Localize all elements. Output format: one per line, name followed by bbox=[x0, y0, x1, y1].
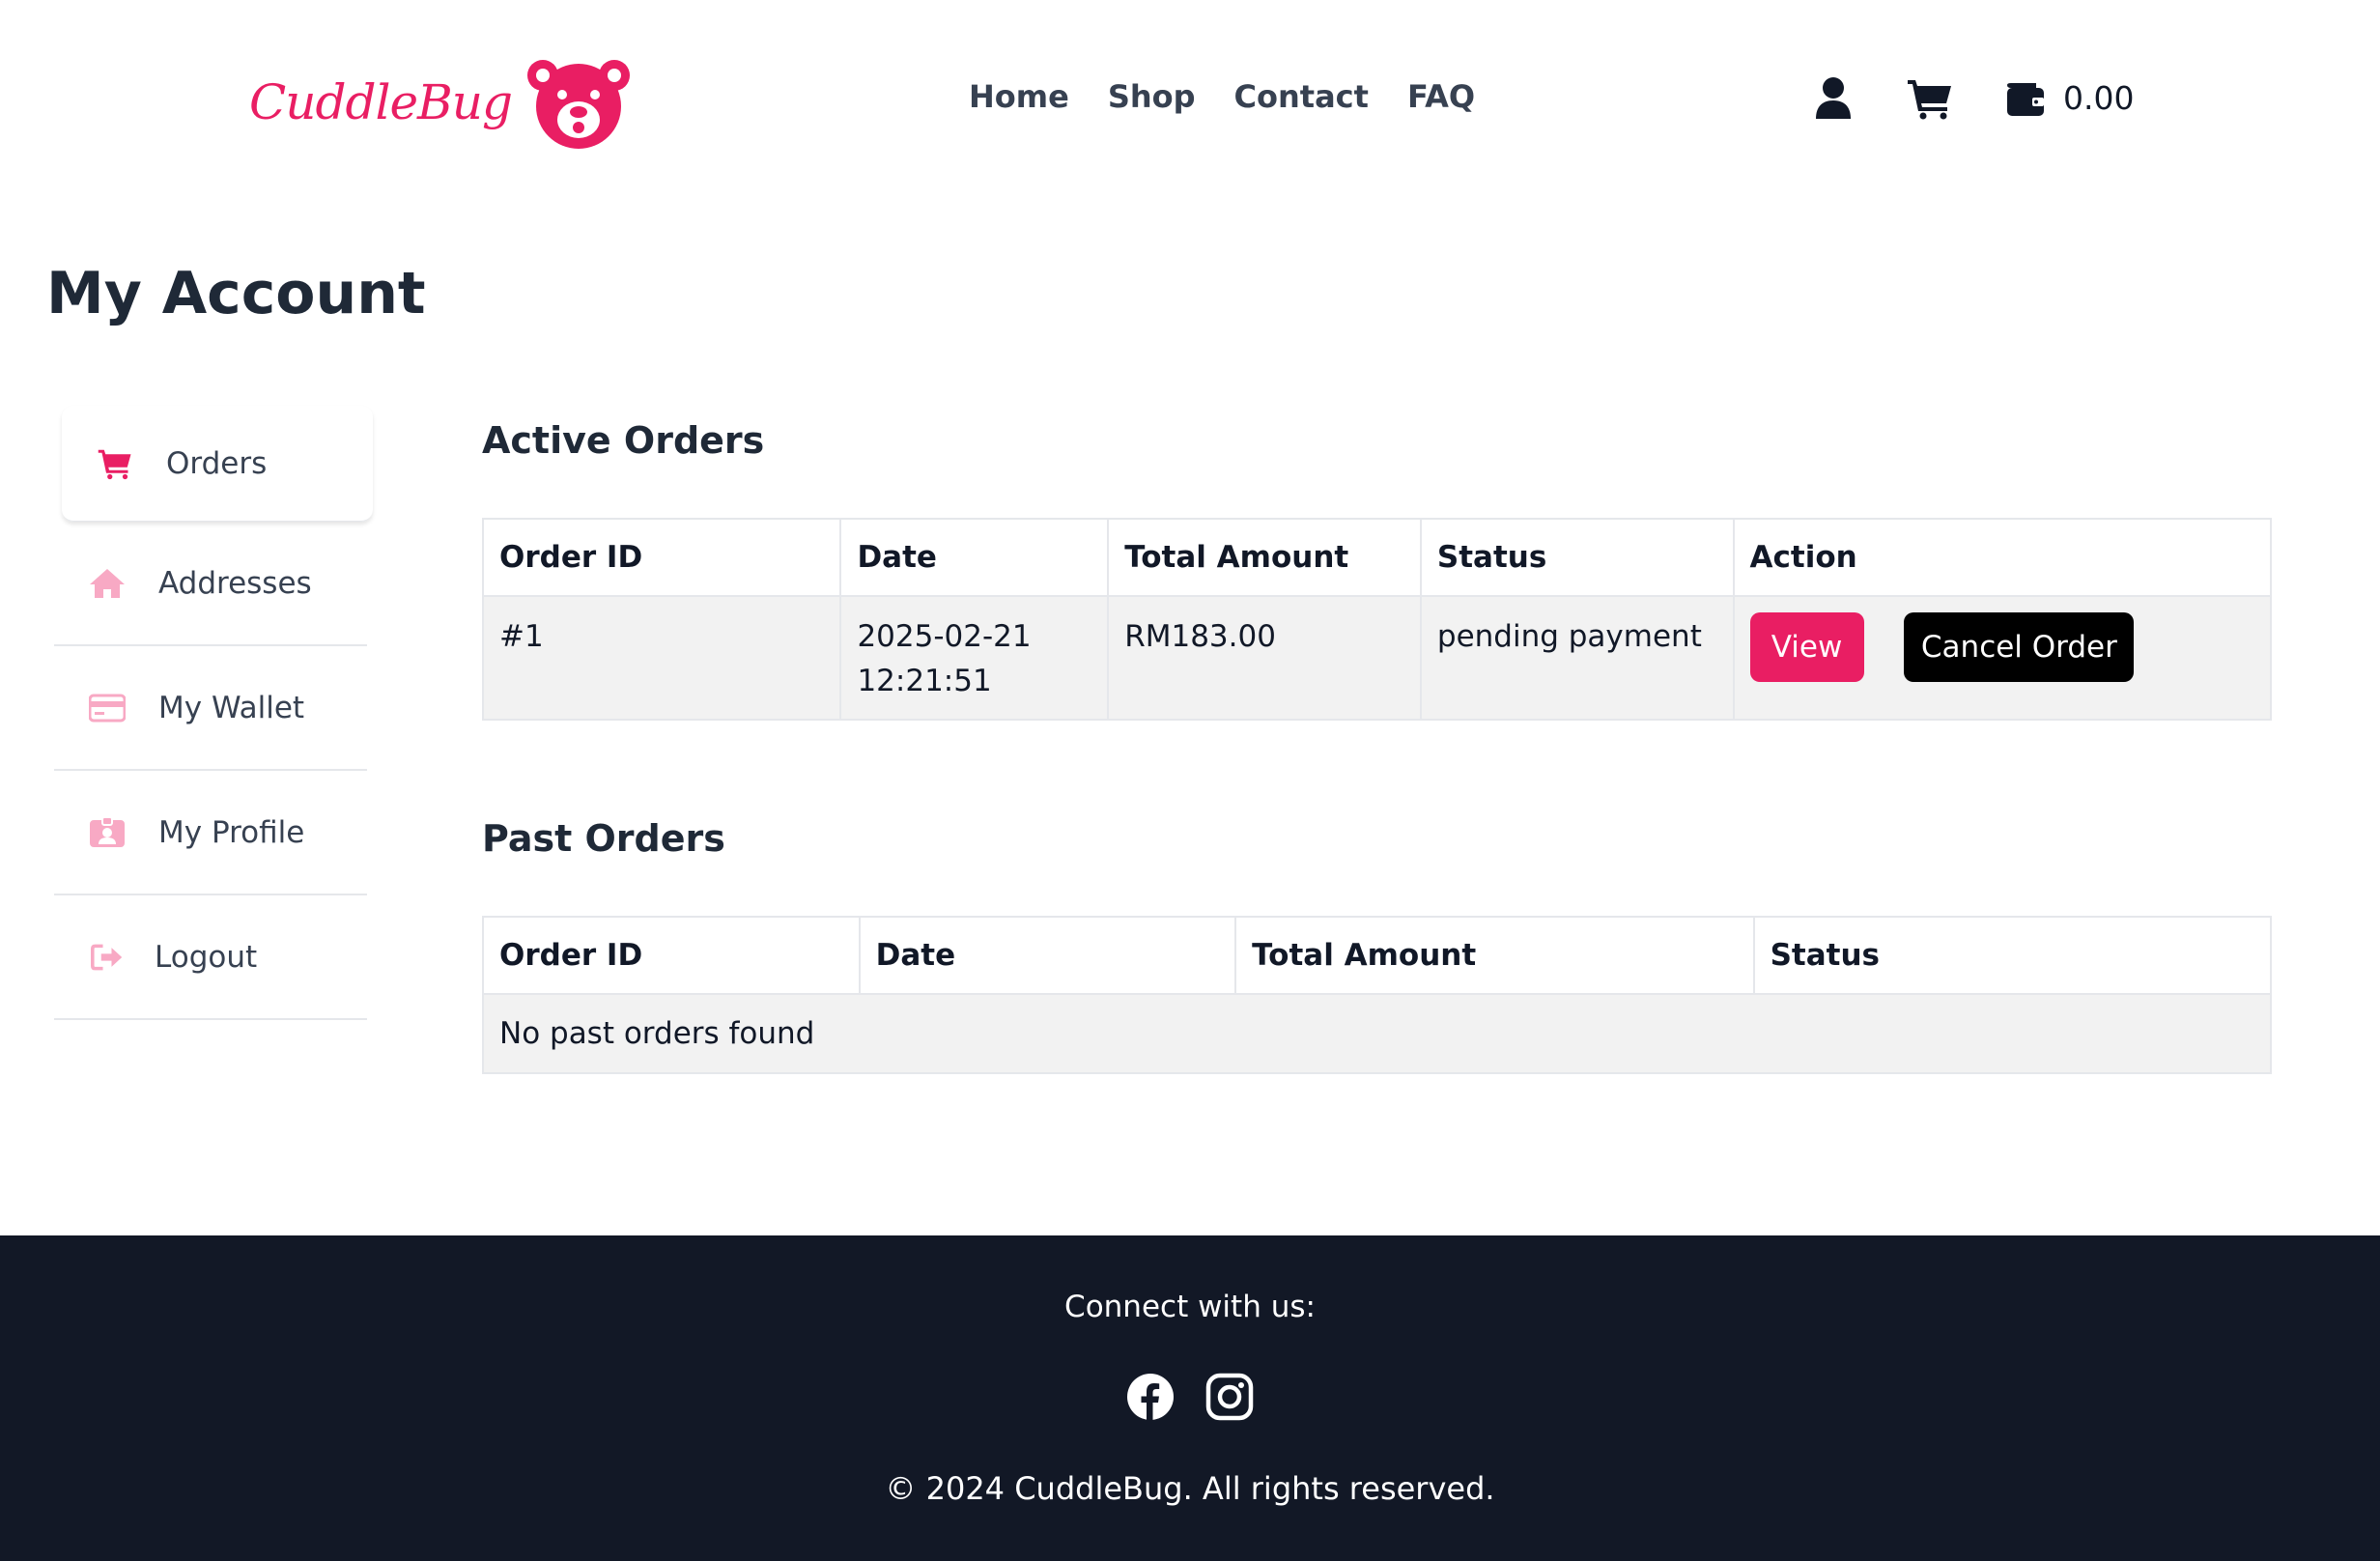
sidebar-item-label: My Profile bbox=[158, 814, 305, 850]
bear-logo-icon bbox=[527, 60, 631, 149]
column-header: Date bbox=[839, 518, 1110, 597]
table-row: #1 2025-02-21 12:21:51 RM183.00 pending … bbox=[481, 595, 2273, 721]
wallet-balance: 0.00 bbox=[2063, 79, 2135, 117]
instagram-icon[interactable] bbox=[1205, 1373, 1254, 1421]
column-header: Status bbox=[1419, 518, 1735, 597]
cancel-order-button[interactable]: Cancel Order bbox=[1904, 612, 2135, 682]
social-links bbox=[1126, 1373, 1254, 1421]
credit-card-icon bbox=[89, 690, 126, 726]
active-orders-title: Active Orders bbox=[482, 419, 765, 462]
sidebar-item-label: My Wallet bbox=[158, 690, 305, 725]
nav-faq[interactable]: FAQ bbox=[1407, 75, 1475, 118]
order-date: 2025-02-21 bbox=[857, 619, 1032, 654]
footer-copyright: © 2024 CuddleBug. All rights reserved. bbox=[885, 1470, 1495, 1507]
footer-connect-text: Connect with us: bbox=[1064, 1290, 1316, 1324]
cart-icon bbox=[97, 445, 133, 482]
order-total-cell: RM183.00 bbox=[1107, 595, 1422, 721]
site-footer: Connect with us: © 2024 CuddleBug. All r… bbox=[0, 1235, 2380, 1561]
column-header: Order ID bbox=[482, 916, 861, 995]
sidebar-item-profile[interactable]: My Profile bbox=[54, 771, 367, 895]
page-title: My Account bbox=[46, 260, 426, 327]
table-row: No past orders found bbox=[482, 993, 2272, 1074]
active-orders-table: Order ID Date Total Amount Status Action… bbox=[481, 518, 2273, 721]
sidebar-item-label: Addresses bbox=[158, 565, 312, 601]
order-date-cell: 2025-02-21 12:21:51 bbox=[839, 595, 1110, 721]
cart-icon[interactable] bbox=[1907, 77, 1953, 120]
sign-out-icon bbox=[89, 939, 126, 976]
column-header: Order ID bbox=[481, 518, 842, 597]
column-header: Status bbox=[1752, 916, 2273, 995]
nav-home[interactable]: Home bbox=[969, 75, 1069, 118]
table-header-row: Order ID Date Total Amount Status Action bbox=[481, 518, 2273, 597]
column-header: Total Amount bbox=[1234, 916, 1755, 995]
user-icon[interactable] bbox=[1814, 76, 1853, 121]
past-orders-table: Order ID Date Total Amount Status No pas… bbox=[482, 916, 2273, 1074]
wallet-icon[interactable] bbox=[2005, 79, 2046, 118]
nav-shop[interactable]: Shop bbox=[1108, 75, 1196, 118]
home-icon bbox=[89, 565, 126, 602]
past-orders-title: Past Orders bbox=[482, 817, 725, 860]
sidebar-item-logout[interactable]: Logout bbox=[54, 895, 367, 1020]
sidebar-item-wallet[interactable]: My Wallet bbox=[54, 646, 367, 771]
sidebar-item-orders[interactable]: Orders bbox=[62, 406, 373, 522]
order-id-cell: #1 bbox=[481, 595, 842, 721]
id-badge-icon bbox=[89, 814, 126, 851]
sidebar-item-addresses[interactable]: Addresses bbox=[54, 522, 367, 646]
main-nav: Home Shop Contact FAQ bbox=[969, 75, 1475, 118]
account-sidebar: Orders Addresses My Wallet My Profile Lo… bbox=[54, 406, 373, 1020]
order-status-cell: pending payment bbox=[1419, 595, 1735, 721]
brand-logo[interactable]: CuddleBug bbox=[249, 56, 636, 149]
column-header: Date bbox=[858, 916, 1237, 995]
header-actions: 0.00 bbox=[1814, 71, 2134, 126]
brand-logo-text: CuddleBug bbox=[249, 74, 513, 130]
view-order-button[interactable]: View bbox=[1749, 612, 1864, 682]
order-action-cell: View Cancel Order bbox=[1732, 595, 2273, 721]
order-time: 12:21:51 bbox=[857, 664, 992, 698]
sidebar-item-label: Logout bbox=[155, 939, 258, 975]
nav-contact[interactable]: Contact bbox=[1234, 75, 1369, 118]
column-header: Action bbox=[1732, 518, 2273, 597]
column-header: Total Amount bbox=[1107, 518, 1422, 597]
site-header: CuddleBug Home Shop Contact FAQ 0.00 bbox=[0, 0, 2380, 193]
facebook-icon[interactable] bbox=[1126, 1373, 1175, 1421]
sidebar-item-label: Orders bbox=[166, 445, 268, 481]
empty-state-message: No past orders found bbox=[482, 993, 2272, 1074]
table-header-row: Order ID Date Total Amount Status bbox=[482, 916, 2273, 995]
